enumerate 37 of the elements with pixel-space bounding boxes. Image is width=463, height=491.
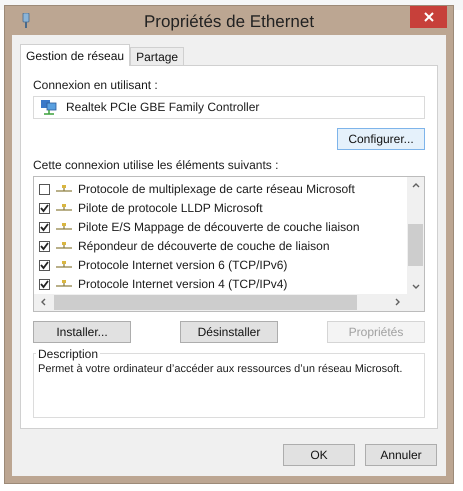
dialog-button[interactable]: OK bbox=[283, 444, 355, 466]
checkbox[interactable] bbox=[39, 260, 50, 271]
checkbox[interactable] bbox=[39, 240, 50, 252]
checkbox[interactable] bbox=[39, 184, 50, 195]
network-protocol-icon bbox=[56, 242, 72, 250]
close-icon bbox=[424, 12, 434, 22]
component-name[interactable]: Protocole Internet version 6 (TCP/IPv6) bbox=[78, 258, 288, 272]
checkbox[interactable] bbox=[39, 278, 50, 290]
component-name[interactable]: Répondeur de découverte de couche de liaison bbox=[78, 239, 330, 254]
connection-label: Connexion en utilisant : bbox=[33, 78, 159, 92]
component-action-button[interactable]: Installer... bbox=[33, 320, 131, 343]
tab[interactable]: Partage bbox=[130, 47, 184, 65]
horizontal-scrollbar[interactable] bbox=[34, 294, 407, 311]
description-text: Permet à votre ordinateur d’accéder aux ressources d’un réseau Microsoft. bbox=[38, 362, 404, 375]
window-title: Propriétés de Ethernet bbox=[142, 10, 316, 32]
checkbox[interactable] bbox=[39, 222, 50, 233]
components-label: Cette connexion utilise les éléments suivants : bbox=[33, 158, 280, 172]
configure-button[interactable]: Configurer... bbox=[337, 128, 425, 150]
network-protocol-icon bbox=[56, 185, 72, 194]
dialog-button[interactable]: Annuler bbox=[365, 444, 437, 466]
network-protocol-icon bbox=[56, 223, 72, 232]
component-name[interactable]: Protocole Internet version 4 (TCP/IPv4) bbox=[78, 277, 288, 292]
network-protocol-icon bbox=[56, 280, 72, 288]
network-protocol-icon bbox=[56, 204, 72, 212]
network-adapter-icon bbox=[40, 98, 58, 116]
component-name[interactable]: Pilote E/S Mappage de découverte de couche liaison bbox=[78, 220, 360, 234]
window-icon bbox=[22, 12, 30, 28]
network-protocol-icon bbox=[56, 261, 72, 270]
component-action-button[interactable]: Désinstaller bbox=[180, 320, 278, 343]
component-name[interactable]: Protocole de multiplexage de carte réseau Microsoft bbox=[78, 182, 355, 196]
component-name[interactable]: Pilote de protocole LLDP Microsoft bbox=[78, 201, 263, 216]
close-button[interactable] bbox=[410, 6, 447, 28]
checkbox[interactable] bbox=[39, 202, 50, 214]
description-title: Description bbox=[37, 346, 100, 361]
vertical-scrollbar[interactable] bbox=[407, 176, 424, 294]
tab[interactable]: Gestion de réseau bbox=[20, 44, 130, 66]
adapter-name: Realtek PCIe GBE Family Controller bbox=[66, 100, 260, 114]
